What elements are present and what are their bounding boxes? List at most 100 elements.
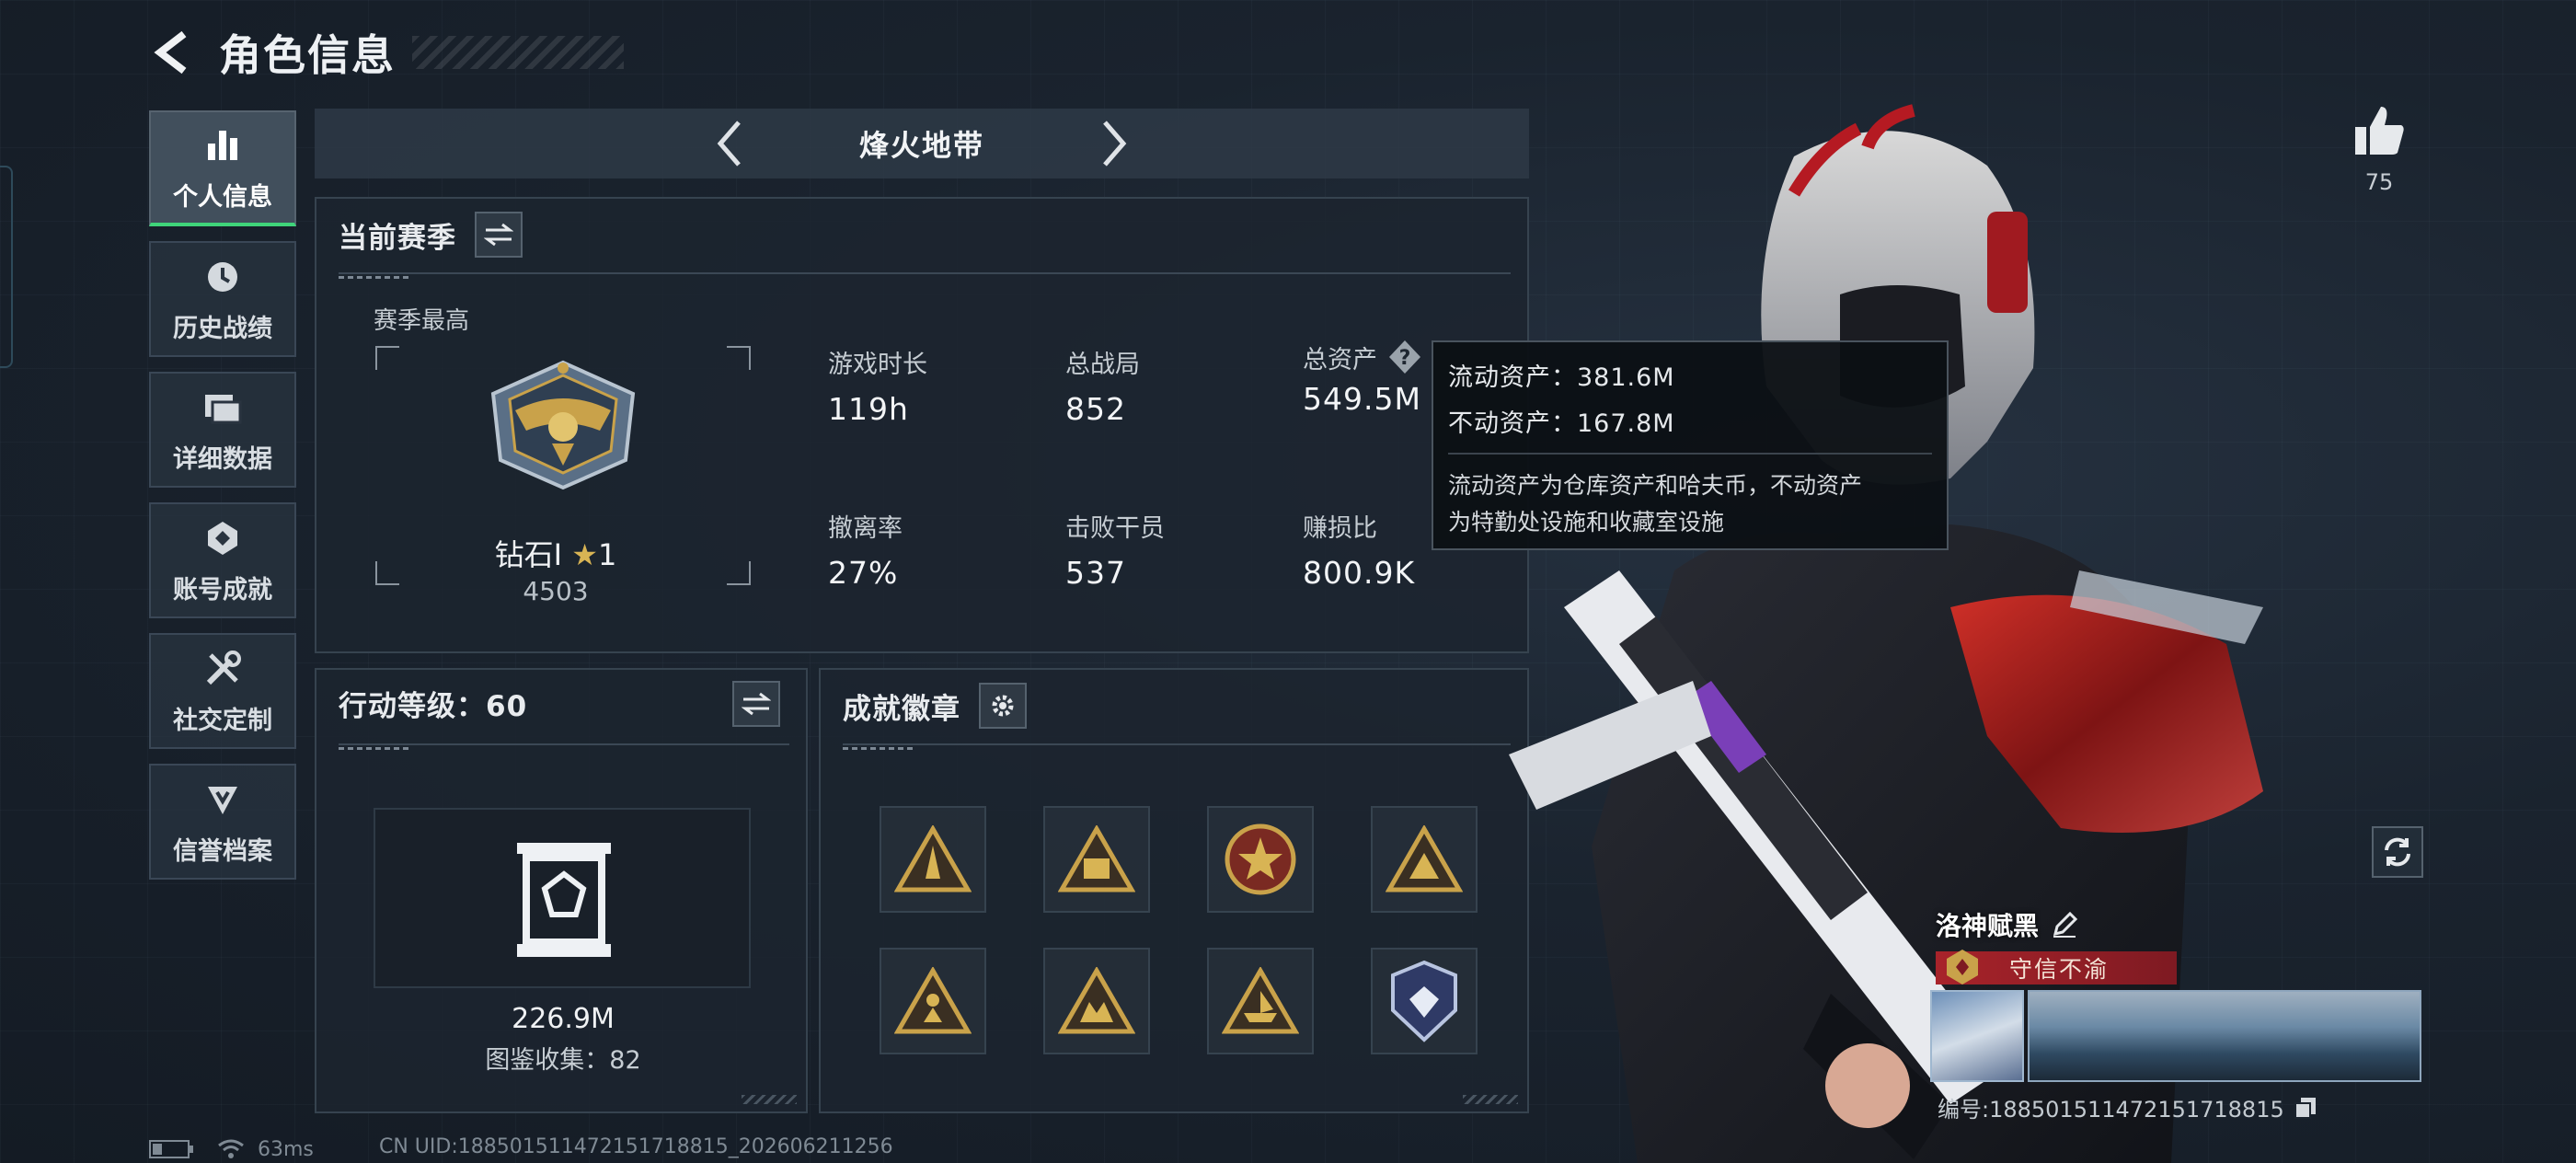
stat-play-time: 游戏时长 119h xyxy=(828,351,927,427)
badge-slot-7[interactable] xyxy=(1207,948,1314,1054)
sidebar-item-label: 账号成就 xyxy=(173,575,272,605)
collection-value: 226.9M xyxy=(512,1003,615,1035)
star-medal-badge-icon xyxy=(1225,823,1296,895)
soldier-badge-icon xyxy=(894,967,972,1034)
player-name: 洛神赋黑 xyxy=(1936,911,2040,941)
rank-name: 钻石Ⅰ xyxy=(494,537,563,572)
clock-icon xyxy=(201,255,245,299)
battery-icon xyxy=(149,1140,193,1158)
badge-slot-6[interactable] xyxy=(1043,948,1150,1054)
help-icon[interactable]: ? xyxy=(1386,339,1423,375)
svg-text:?: ? xyxy=(1399,347,1411,370)
season-best-label: 赛季最高 xyxy=(374,307,470,335)
ping: 63ms xyxy=(258,1137,314,1161)
uid-text: CN UID:188501511472151718815_20260621125… xyxy=(379,1135,893,1158)
thumbs-up-icon xyxy=(2355,107,2404,155)
badge-settings-button[interactable] xyxy=(979,683,1027,729)
tooltip-fixed-assets: 不动资产：167.8M xyxy=(1448,409,1675,438)
sidebar-item-history[interactable]: 历史战绩 xyxy=(149,241,296,357)
back-arrow-icon[interactable] xyxy=(147,27,199,78)
sidebar-item-social[interactable]: 社交定制 xyxy=(149,633,296,749)
player-id-row: 编号:188501511472151718815 xyxy=(1938,1091,2317,1123)
player-name-row: 洛神赋黑 xyxy=(1936,906,2079,943)
divider xyxy=(339,272,1511,279)
sidebar-item-personal-info[interactable]: 个人信息 xyxy=(149,110,296,226)
corner-decoration xyxy=(742,1095,797,1104)
title-decoration xyxy=(412,36,624,69)
level-panel: 行动等级：60 226.9M 图鉴收集：82 xyxy=(315,668,808,1113)
tools-icon xyxy=(201,647,245,691)
fortress-badge-icon xyxy=(1058,825,1135,892)
badges-header: 成就徽章 xyxy=(843,683,1027,729)
refresh-button[interactable] xyxy=(2372,826,2423,878)
stat-total-assets: 总资产 ? 549.5M xyxy=(1303,339,1423,417)
season-header: 当前赛季 xyxy=(339,212,523,258)
player-name-card[interactable] xyxy=(2028,990,2421,1082)
level-title: 行动等级：60 xyxy=(339,690,528,723)
sidebar: 个人信息 历史战绩 详细数据 账号成就 社交定制 信誉档案 xyxy=(149,110,296,894)
player-id: 编号:188501511472151718815 xyxy=(1938,1097,2284,1123)
collection-count: 图鉴收集：82 xyxy=(485,1046,641,1075)
sidebar-item-details[interactable]: 详细数据 xyxy=(149,372,296,488)
rank-score: 4503 xyxy=(523,576,589,606)
copy-icon[interactable] xyxy=(2294,1096,2317,1120)
honor-title-text: 守信不渝 xyxy=(2009,956,2110,983)
credit-icon xyxy=(201,777,245,822)
collection-display[interactable] xyxy=(374,808,751,988)
badge-slot-5[interactable] xyxy=(880,948,986,1054)
edit-pencil-icon[interactable] xyxy=(2050,910,2079,939)
swap-icon xyxy=(742,692,771,716)
season-switch-button[interactable] xyxy=(475,212,523,258)
achievement-icon xyxy=(201,516,245,560)
bar-chart-icon xyxy=(201,123,245,167)
rocket-badge-icon xyxy=(894,825,972,892)
mode-prev-arrow-icon[interactable] xyxy=(701,116,756,171)
assets-tooltip: 流动资产：381.6M 不动资产：167.8M 流动资产为仓库资产和哈夫币，不动… xyxy=(1432,340,1949,550)
collection-cabinet-icon xyxy=(517,843,611,957)
tooltip-desc-line2: 为特勤处设施和收藏室设施 xyxy=(1448,509,1725,535)
badge-slot-1[interactable] xyxy=(880,806,986,913)
mode-selector: 烽火地带 xyxy=(315,109,1529,178)
divider xyxy=(339,743,789,750)
rank-name-row: 钻石Ⅰ ★1 xyxy=(316,532,795,574)
sidebar-item-label: 社交定制 xyxy=(173,706,272,735)
tooltip-divider xyxy=(1448,453,1932,455)
header: 角色信息 xyxy=(147,20,624,85)
season-title: 当前赛季 xyxy=(339,221,456,255)
sidebar-item-label: 历史战绩 xyxy=(173,314,272,343)
status-bar: 63ms xyxy=(149,1135,314,1163)
divider xyxy=(843,743,1511,750)
like-button[interactable] xyxy=(2352,103,2407,158)
folders-icon xyxy=(201,386,245,430)
rank-stars: 1 xyxy=(597,537,617,572)
mode-title: 烽火地带 xyxy=(858,128,984,163)
badges-panel: 成就徽章 xyxy=(819,668,1529,1113)
mode-next-arrow-icon[interactable] xyxy=(1087,116,1143,171)
like-count: 75 xyxy=(2364,169,2394,195)
season-panel: 当前赛季 赛季最高 钻石Ⅰ ★1 4503 游戏时长 119h 总战局 852 xyxy=(315,197,1529,653)
stat-profit-ratio: 赚损比 800.9K xyxy=(1303,514,1416,591)
boat-badge-icon xyxy=(1222,967,1299,1034)
stat-extract-rate: 撤离率 27% xyxy=(828,514,903,591)
page-title: 角色信息 xyxy=(219,30,396,80)
wifi-icon xyxy=(218,1139,244,1158)
squad-badge-icon xyxy=(1058,967,1135,1034)
badges-title: 成就徽章 xyxy=(843,692,960,726)
rank-emblem-icon xyxy=(490,360,636,490)
sidebar-item-credit[interactable]: 信誉档案 xyxy=(149,764,296,880)
sidebar-item-label: 个人信息 xyxy=(173,182,272,212)
stat-total-matches: 总战局 852 xyxy=(1065,351,1140,427)
badge-slot-2[interactable] xyxy=(1043,806,1150,913)
gear-icon xyxy=(992,695,1014,717)
honor-title: 守信不渝 xyxy=(1936,950,2177,985)
left-edge-tab[interactable] xyxy=(0,166,13,368)
stat-kills: 击败干员 537 xyxy=(1065,514,1165,591)
sidebar-item-label: 详细数据 xyxy=(173,444,272,474)
swap-icon xyxy=(484,223,513,247)
refresh-icon xyxy=(2385,837,2410,867)
sidebar-item-achievements[interactable]: 账号成就 xyxy=(149,502,296,618)
level-switch-button[interactable] xyxy=(732,681,780,727)
badge-slot-3[interactable] xyxy=(1207,806,1314,913)
player-avatar[interactable] xyxy=(1930,990,2024,1082)
level-header: 行动等级：60 xyxy=(339,683,527,724)
